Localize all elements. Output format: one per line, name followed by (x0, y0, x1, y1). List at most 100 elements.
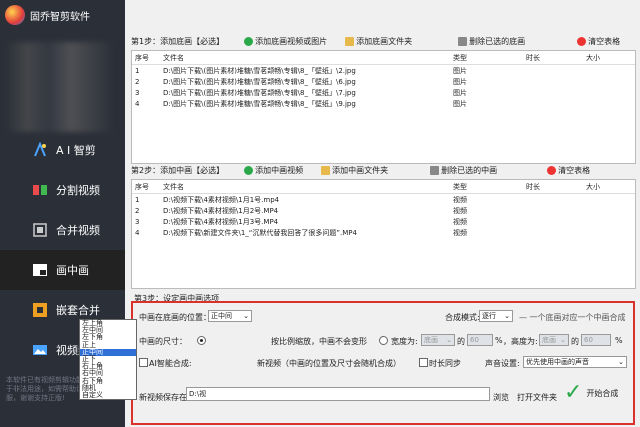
cell: 图片 (453, 99, 467, 108)
sidebar-item-split-video[interactable]: 分割视频 (0, 170, 125, 210)
sidebar-item-label: A I 智剪 (56, 144, 96, 157)
cell: 视频 (453, 217, 467, 226)
table-row[interactable]: 4 D:\视频下载\新建文件夹\1_“沉默代替我回答了很多问题”.MP4 视频 (132, 227, 635, 238)
delete-overlay-button[interactable]: 删除已选的中画 (430, 165, 497, 176)
add-background-label: 添加底画视频或图片 (255, 37, 328, 46)
start-synthesis-button[interactable]: ✓ 开始合成 (564, 379, 632, 407)
cell: 图片 (453, 77, 467, 86)
column-header: 序号 (135, 53, 149, 62)
save-path-input[interactable]: D:\视 (186, 387, 490, 401)
mode-hint-text: 一个底画对应一个中画合成 (529, 313, 626, 322)
save-path-label: 新视频保存在: (139, 393, 190, 402)
table-row[interactable]: 3 D:\图片下载\(图片素材)堆糖\雪茗颉畅\专辑\8_「壁纸」\7.jpg 图片 (132, 87, 635, 98)
clear-table-1-button[interactable]: 清空表格 (577, 36, 620, 47)
step1-label: 第1步：添加底画【必选】 (131, 37, 225, 46)
height-of-label: 的 (571, 337, 579, 346)
overlay-table[interactable]: 序号 文件名 类型 时长 大小 1 D:\视频下载\4素材视频\1月1号.mp4 视… (131, 179, 636, 289)
table-header: 序号 文件名 类型 时长 大小 (132, 180, 635, 194)
sidebar-item-merge-video[interactable]: 合并视频 (0, 210, 125, 250)
add-background-folder-label: 添加底画文件夹 (356, 37, 413, 46)
table-row[interactable]: 1 D:\图片下载\(图片素材)堆糖\雪茗颉畅\专辑\8_「壁纸」\2.jpg 图片 (132, 65, 635, 76)
cell: 2 (135, 77, 140, 86)
mode-select[interactable]: 逐行 ⌄ (479, 310, 513, 322)
position-select[interactable]: 正中间 ⌄ (208, 310, 252, 322)
add-background-folder-button[interactable]: 添加底画文件夹 (345, 36, 412, 47)
chevron-down-icon: ⌄ (618, 358, 624, 366)
dropdown-option[interactable]: 自定义 (80, 391, 136, 399)
cell: D:\图片下载\(图片素材)堆糖\雪茗颉畅\专辑\8_「壁纸」\2.jpg (163, 66, 356, 75)
column-header: 类型 (453, 182, 467, 191)
mode-hint: — 一个底画对应一个中画合成 (519, 313, 626, 322)
background-table[interactable]: 序号 文件名 类型 时长 大小 1 D:\图片下载\(图片素材)堆糖\雪茗颉畅\专… (131, 50, 636, 164)
width-of-label: 的 (457, 337, 465, 346)
ai-synthesis-checkbox[interactable] (139, 358, 148, 367)
delete-background-button[interactable]: 删除已选的底画 (458, 36, 525, 47)
step2-label: 第2步：添加中画【必选】 (131, 166, 225, 175)
browse-button[interactable]: 浏览 (493, 392, 509, 403)
checkmark-icon: ✓ (564, 380, 583, 405)
open-folder-button[interactable]: 打开文件夹 (517, 392, 557, 403)
clear-table-1-label: 清空表格 (588, 37, 621, 46)
sidebar-item-ai-clip[interactable]: A I 智剪 (0, 130, 125, 170)
width-label: 宽度为: (391, 337, 418, 346)
sidebar-item-label: 画中画 (56, 264, 89, 277)
clear-table-2-label: 清空表格 (558, 166, 591, 175)
cell: 视频 (453, 195, 467, 204)
position-label: 中画在底画的位置： (139, 313, 211, 322)
column-header: 时长 (526, 182, 540, 191)
table-row[interactable]: 2 D:\视频下载\4素材视频\1月2号.MP4 视频 (132, 205, 635, 216)
width-base-select[interactable]: 底画 ⌄ (421, 334, 455, 346)
table-row[interactable]: 1 D:\视频下载\4素材视频\1月1号.mp4 视频 (132, 194, 635, 205)
position-dropdown-list[interactable]: 左上角 左中间 左下角 正上 正中间 正下 右上角 右中间 右下角 随机 自定义 (79, 319, 137, 401)
sidebar-item-picture-in-picture[interactable]: 画中画 (0, 250, 125, 290)
size-ratio-text: 按比例缩放，中画不会变形 (271, 337, 367, 346)
size-mode-custom-radio[interactable] (379, 336, 388, 345)
cell: D:\视频下载\4素材视频\1月1号.mp4 (163, 195, 280, 204)
table-row[interactable]: 3 D:\视频下载\4素材视频\1月3号.MP4 视频 (132, 216, 635, 227)
start-synthesis-label: 开始合成 (586, 388, 619, 398)
cell: D:\图片下载\(图片素材)堆糖\雪茗颉畅\专辑\8_「壁纸」\9.jpg (163, 99, 356, 108)
cell: D:\图片下载\(图片素材)堆糖\雪茗颉畅\专辑\8_「壁纸」\7.jpg (163, 88, 356, 97)
cell: 1 (135, 195, 140, 204)
duration-sync-checkbox[interactable] (419, 358, 428, 367)
clear-table-2-button[interactable]: 清空表格 (547, 165, 590, 176)
add-overlay-folder-button[interactable]: 添加中画文件夹 (321, 165, 388, 176)
delete-overlay-label: 删除已选的中画 (441, 166, 498, 175)
sidebar-item-label: 合并视频 (56, 224, 100, 237)
table-row[interactable]: 4 D:\图片下载\(图片素材)堆糖\雪茗颉畅\专辑\8_「壁纸」\9.jpg 图片 (132, 98, 635, 109)
cell: D:\视频下载\新建文件夹\1_“沉默代替我回答了很多问题”.MP4 (163, 228, 357, 237)
sound-select[interactable]: 优先使用中画的声音 ⌄ (523, 356, 627, 368)
width-percent-sign: % (495, 336, 503, 345)
main-panel: 第1步：添加底画【必选】 添加底画视频或图片 添加底画文件夹 删除已选的底画 清… (125, 0, 640, 427)
delete-icon (458, 37, 468, 46)
split-video-icon (32, 182, 48, 198)
cell: 图片 (453, 66, 467, 75)
nested-merge-icon (32, 302, 48, 318)
width-percent-input[interactable]: 60 (467, 334, 493, 346)
size-mode-ratio-radio[interactable] (197, 336, 206, 345)
delete-background-label: 删除已选的底画 (469, 37, 526, 46)
table-row[interactable]: 2 D:\图片下载\(图片素材)堆糖\雪茗颉畅\专辑\8_「壁纸」\6.jpg 图片 (132, 76, 635, 87)
cell: D:\图片下载\(图片素材)堆糖\雪茗颉畅\专辑\8_「壁纸」\6.jpg (163, 77, 356, 86)
column-header: 大小 (586, 53, 600, 62)
folder-icon (345, 37, 355, 46)
app-header: 固乔智剪软件 (5, 5, 90, 25)
app-logo (5, 5, 25, 25)
height-percent-input[interactable]: 60 (581, 334, 611, 346)
add-icon (244, 37, 254, 46)
cell: D:\视频下载\4素材视频\1月3号.MP4 (163, 217, 279, 226)
add-background-button[interactable]: 添加底画视频或图片 (244, 36, 327, 47)
cell: 2 (135, 206, 140, 215)
merge-video-icon (32, 222, 48, 238)
step1-toolbar: 第1步：添加底画【必选】 添加底画视频或图片 添加底画文件夹 删除已选的底画 清… (131, 36, 636, 47)
cell: 3 (135, 88, 140, 97)
height-label: ，高度为: (503, 337, 538, 346)
add-icon (244, 166, 254, 175)
height-base-select[interactable]: 底画 ⌄ (539, 334, 569, 346)
size-label: 中画的尺寸： (139, 337, 187, 346)
sidebar-item-label: 嵌套合并 (56, 304, 100, 317)
blurred-area (5, 42, 115, 132)
add-overlay-folder-label: 添加中画文件夹 (332, 166, 389, 175)
cell: 视频 (453, 206, 467, 215)
add-overlay-button[interactable]: 添加中画视频 (244, 165, 303, 176)
